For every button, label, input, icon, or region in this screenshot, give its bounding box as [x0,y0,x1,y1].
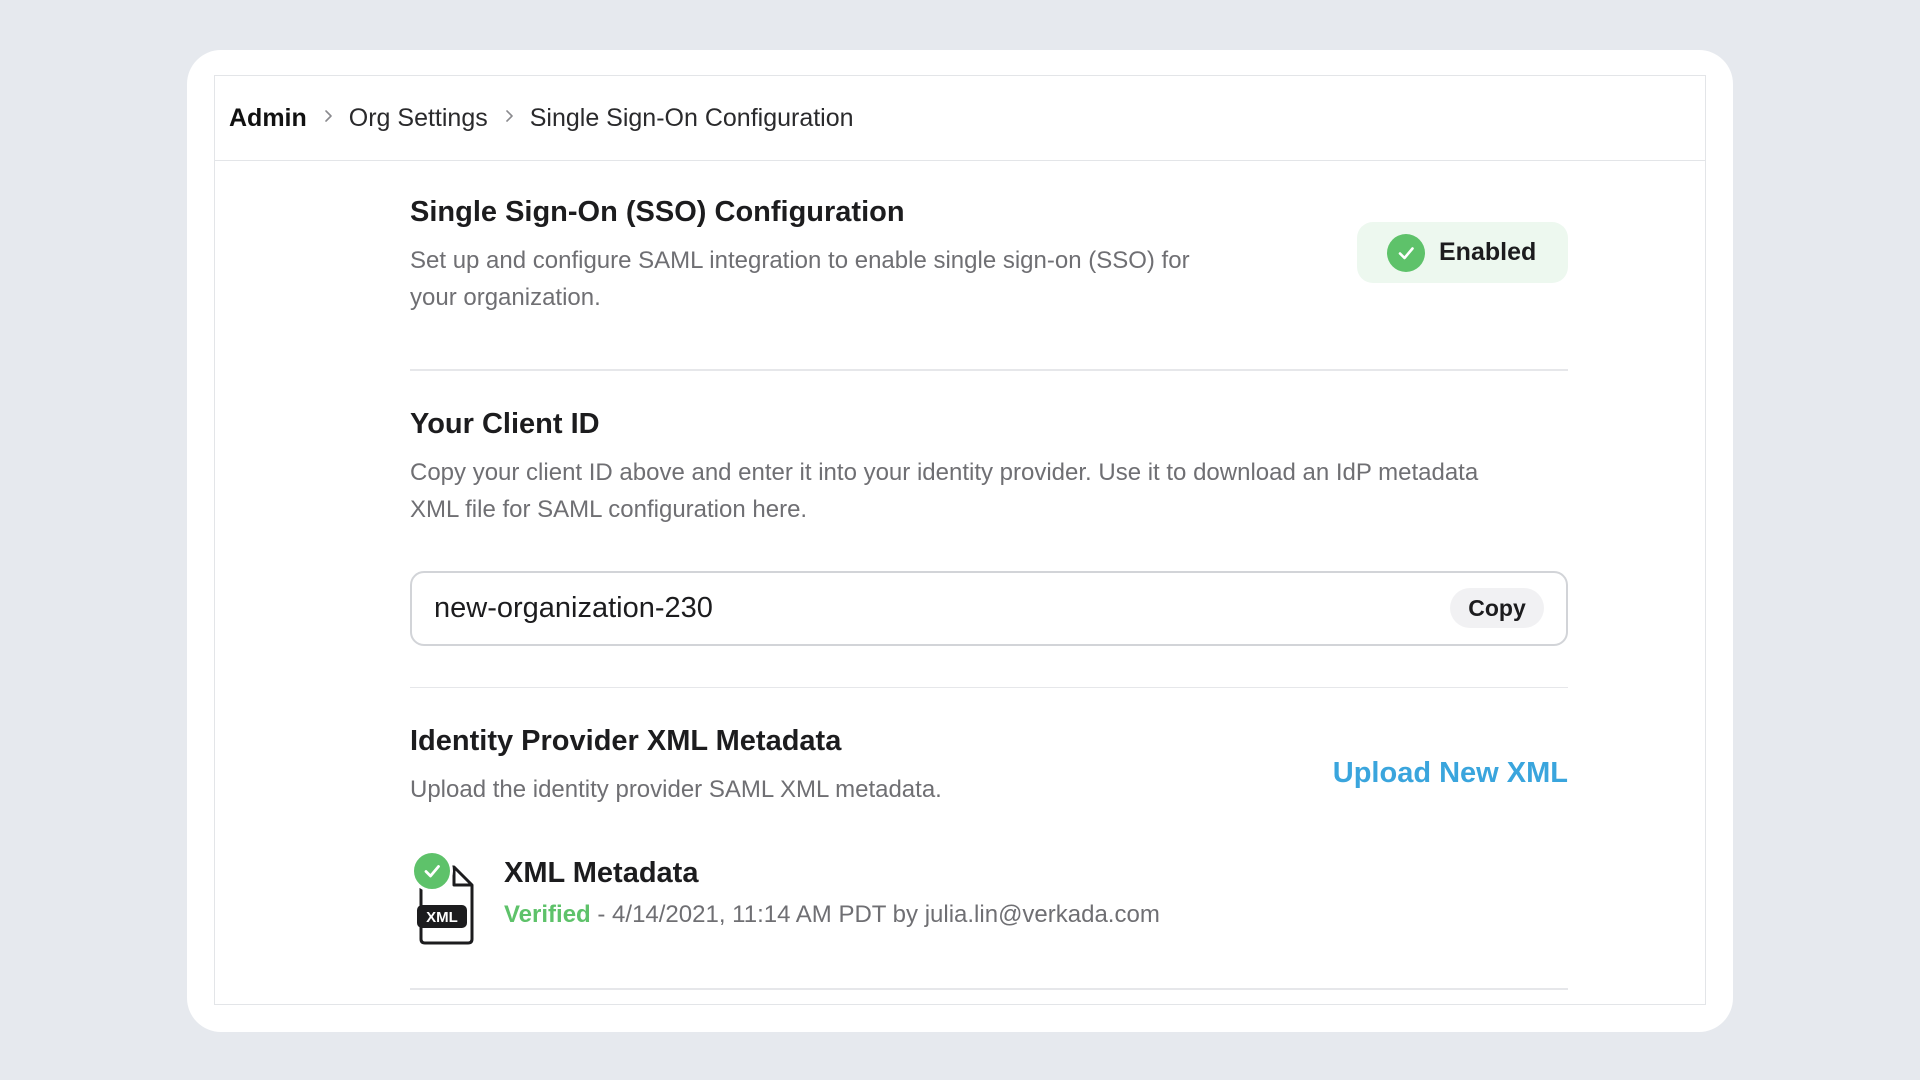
main-content: Single Sign-On (SSO) Configuration Set u… [410,161,1568,990]
breadcrumb: Admin Org Settings Single Sign-On Config… [215,76,1705,161]
status-separator: - [590,901,613,928]
verified-label: Verified [504,901,591,928]
settings-card: Admin Org Settings Single Sign-On Config… [187,50,1733,1032]
xml-file-meta: XML Metadata Verified - 4/14/2021, 11:14… [504,853,1160,929]
divider [410,988,1568,990]
sso-section: Single Sign-On (SSO) Configuration Set u… [410,161,1568,369]
idp-xml-title: Identity Provider XML Metadata [410,725,842,757]
verification-details: 4/14/2021, 11:14 AM PDT by julia.lin@ver… [612,901,1160,928]
upload-new-xml-link[interactable]: Upload New XML [1333,757,1568,790]
breadcrumb-item-org-settings[interactable]: Org Settings [349,104,488,133]
xml-file-status: Verified - 4/14/2021, 11:14 AM PDT by ju… [504,901,1160,929]
chevron-right-icon [321,109,335,123]
status-badge: Enabled [1357,222,1568,283]
xml-file-title: XML Metadata [504,857,699,889]
status-badge-label: Enabled [1439,238,1537,266]
xml-file-icon: XML [410,850,482,945]
check-circle-icon [1387,233,1425,272]
idp-xml-section: Identity Provider XML Metadata Upload th… [410,688,1568,988]
client-id-field: Copy [410,570,1568,646]
breadcrumb-item-current: Single Sign-On Configuration [529,103,854,132]
check-circle-icon [411,850,453,892]
chevron-right-icon [502,109,516,123]
xml-file-row: XML XML Metadata Verified - 4/14/2021, 1… [410,850,1160,945]
breadcrumb-item-admin[interactable]: Admin [229,104,307,133]
xml-file-icon-text: XML [426,909,458,926]
settings-panel: Admin Org Settings Single Sign-On Config… [214,75,1706,1005]
client-id-description: Copy your client ID above and enter it i… [410,458,1479,523]
client-id-section: Your Client ID Copy your client ID above… [410,371,1568,687]
copy-button[interactable]: Copy [1450,588,1544,628]
client-id-input[interactable] [432,590,1450,626]
client-id-title: Your Client ID [410,407,600,440]
sso-description: Set up and configure SAML integration to… [410,247,1190,311]
